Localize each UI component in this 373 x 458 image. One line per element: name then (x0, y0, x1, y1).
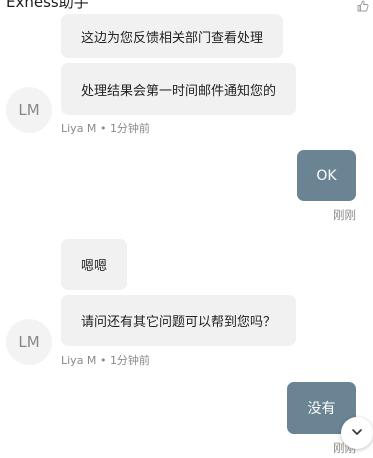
user-message-bubble: OK (297, 150, 356, 201)
agent-avatar: LM (6, 87, 52, 133)
scroll-to-bottom-button[interactable] (341, 417, 373, 449)
chat-title: Exness助手 (6, 0, 89, 11)
message-meta: Liya M • 1分钟前 (61, 120, 150, 136)
agent-name: Liya M (61, 354, 97, 367)
agent-avatar: LM (6, 319, 52, 365)
message-time: 1分钟前 (109, 122, 150, 135)
message-text: 这边为您反馈相关部门查看处理 (81, 30, 264, 46)
agent-message-bubble: 处理结果会第一时间邮件通知您的 (61, 63, 297, 115)
meta-separator: • (99, 122, 107, 135)
agent-message-bubble: 这边为您反馈相关部门查看处理 (61, 14, 284, 58)
message-text: 没有 (307, 401, 336, 417)
meta-separator: • (99, 354, 107, 367)
thumb-up-icon[interactable] (357, 0, 369, 12)
message-text: 处理结果会第一时间邮件通知您的 (81, 83, 277, 99)
message-text: OK (316, 167, 337, 184)
message-time: 刚刚 (333, 208, 356, 222)
message-time: 1分钟前 (109, 354, 150, 367)
agent-name: Liya M (61, 122, 97, 135)
avatar-initials: LM (18, 101, 40, 119)
message-text: 嗯嗯 (81, 259, 108, 274)
avatar-initials: LM (18, 333, 40, 351)
chat-header: Exness助手 (0, 0, 373, 13)
message-meta: Liya M • 1分钟前 (61, 352, 150, 368)
agent-message-bubble: 嗯嗯 (61, 239, 128, 290)
agent-message-bubble: 请问还有其它问题可以帮到您吗？ (61, 295, 297, 346)
message-text: 请问还有其它问题可以帮到您吗？ (81, 315, 277, 330)
chevron-down-icon (350, 424, 364, 443)
